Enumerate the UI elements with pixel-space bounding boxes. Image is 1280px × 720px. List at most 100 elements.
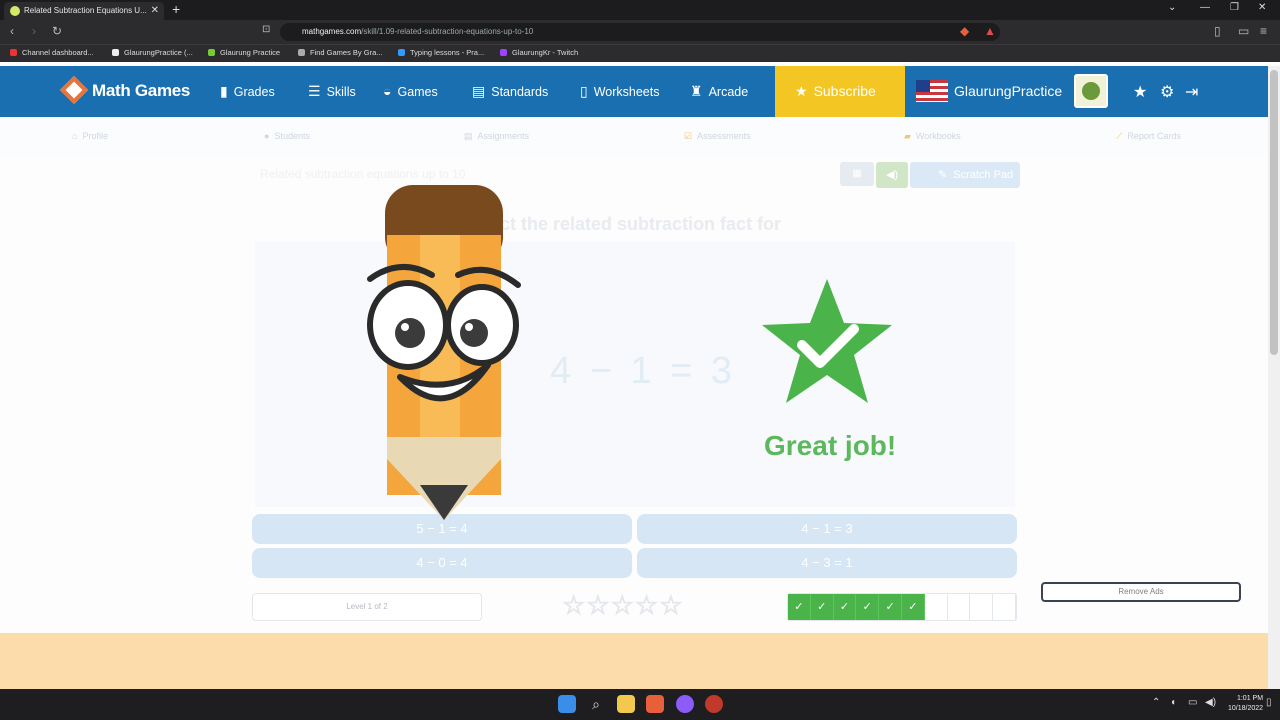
username[interactable]: GlaurungPractice [954,83,1062,99]
pencil-mascot [367,185,521,520]
brave-rewards-icon[interactable]: ▲ [984,24,996,38]
feedback-message: Great job! [764,430,897,461]
speaker-icon: ◀) [885,169,899,181]
document-icon: ▯ [580,83,588,99]
bookmark-item[interactable]: GlaurungKr - Twitch [500,48,578,57]
progress-cell-complete: ✓ [788,594,811,620]
bookmark-page-icon[interactable]: ⊡ [262,24,270,35]
sidebar-icon[interactable]: ▯ [1214,24,1221,38]
nav-arcade[interactable]: ♜ Arcade [690,83,748,100]
progress-cell-empty [993,594,1016,620]
restore-icon[interactable]: ❐ [1230,2,1239,13]
new-tab-button[interactable]: + [172,1,180,17]
sliders-icon: ☰ [308,83,321,99]
file-explorer-icon[interactable] [617,695,635,713]
back-icon[interactable]: ‹ [10,24,14,38]
bookmark-item[interactable]: Glaurung Practice [208,48,280,57]
answer-option-4[interactable]: 4 − 3 = 1 [637,548,1017,578]
subnav-report-cards[interactable]: ⟋ Report Cards [1116,131,1181,142]
browser-tab[interactable]: Related Subtraction Equations U... ✕ [4,2,164,20]
level-indicator: Level 1 of 2 [252,593,482,621]
nav-worksheets[interactable]: ▯ Worksheets [580,83,659,100]
notifications-icon[interactable]: ▯ [1266,697,1272,708]
tray-chevron-icon[interactable]: ⌃ [1152,697,1160,708]
answer-option-3[interactable]: 4 − 0 = 4 [252,548,632,578]
subnav-assessments[interactable]: ☑ Assessments [684,131,751,142]
obs-icon[interactable] [705,695,723,713]
joystick-icon: ♜ [690,83,703,99]
sub-navigation: ⌂ Profile ● Students ▤ Assignments ☑ Assessm… [0,117,1268,157]
system-clock[interactable]: 1:01 PM 10/18/2022 [1228,694,1263,714]
url-field[interactable]: mathgames.com/skill/1.09-related-subtrac… [280,23,1000,41]
scratch-pad-button[interactable]: ✎ Scratch Pad [910,162,1020,188]
logout-icon[interactable]: ⇥ [1185,82,1198,102]
footer-band [0,633,1268,689]
nav-skills[interactable]: ☰ Skills [308,83,356,100]
microphone-icon[interactable]: ◖ [1170,697,1176,708]
url-path: /skill/1.09-related-subtraction-equation… [361,27,534,36]
search-icon[interactable]: ⌕ [587,695,605,713]
subnav-profile[interactable]: ⌂ Profile [72,131,108,141]
list-icon: ▤ [464,131,473,141]
nav-games[interactable]: ◒ Games [383,83,438,99]
site-logo[interactable]: Math Games [59,75,190,105]
scrollbar-thumb[interactable] [1270,70,1278,355]
close-window-icon[interactable]: ✕ [1258,2,1266,13]
keypad-button[interactable]: ▦ [840,162,874,186]
chevron-down-icon[interactable]: ⌄ [1168,2,1176,13]
nav-grades[interactable]: ▮ Grades [220,83,275,100]
favicon-icon [10,6,20,16]
bookmark-item[interactable]: Find Games By Gra... [298,48,383,57]
brave-browser-icon[interactable] [646,695,664,713]
clock-time: 1:01 PM [1236,695,1264,702]
wallet-icon[interactable]: ▭ [1238,24,1249,38]
clock-date: 10/18/2022 [1228,705,1264,712]
audio-button[interactable]: ◀) [876,162,908,188]
rating-stars: ☆☆☆☆☆ [562,590,684,621]
favorites-star-icon[interactable]: ★ [1133,82,1147,102]
subscribe-button[interactable]: ★ Subscribe [775,66,905,117]
pencil-tip [420,485,468,520]
star-icon: ★ [795,83,808,99]
volume-icon[interactable]: ◀) [1205,697,1216,708]
windows-start-icon[interactable] [558,695,576,713]
menu-icon[interactable]: ≡ [1260,24,1267,38]
user-icon: ● [264,131,270,141]
bar-chart-icon: ▮ [220,83,228,99]
minimize-icon[interactable]: — [1200,2,1210,13]
browser-tab-bar: Related Subtraction Equations U... ✕ + ⌄… [0,0,1280,20]
progress-cell-empty [948,594,971,620]
subnav-workbooks[interactable]: ▰ Workbooks [904,131,961,142]
home-icon: ⌂ [72,131,78,141]
bookmark-item[interactable]: GlaurungPractice (... [112,48,193,57]
progress-cell-empty [925,594,948,620]
subnav-students[interactable]: ● Students [264,131,310,141]
nav-standards[interactable]: ▤ Standards [472,83,548,100]
edit-icon: ✎ [938,169,948,181]
address-bar-row: ‹ › ↻ ⊡ mathgames.com/skill/1.09-related… [0,20,1280,44]
logo-icon [59,75,89,105]
reload-icon[interactable]: ↻ [52,24,62,38]
remove-ads-button[interactable]: Remove Ads [1041,582,1241,602]
bookmark-item[interactable]: Typing lessons - Pra... [398,48,484,57]
progress-cell-complete: ✓ [833,594,857,620]
bookmark-item[interactable]: Channel dashboard... [10,48,94,57]
network-icon[interactable]: ▭ [1188,697,1197,708]
app-icon[interactable] [676,695,694,713]
avatar[interactable] [1074,74,1108,108]
question-text: ect the related subtraction fact for [490,214,782,234]
close-tab-icon[interactable]: ✕ [151,2,159,20]
gear-icon[interactable]: ⚙ [1160,82,1174,102]
us-flag-icon[interactable] [916,80,948,102]
success-star-icon [762,279,892,403]
forward-icon[interactable]: › [32,24,36,38]
equation: 4 − 1 = 3 [550,350,737,392]
progress-cell-empty [970,594,994,620]
brave-shield-icon[interactable]: ◆ [960,24,969,38]
progress-cell-complete: ✓ [879,594,902,620]
progress-tracker: ✓ ✓ ✓ ✓ ✓ ✓ [787,593,1017,621]
windows-taskbar: ⌕ ⌃ ◖ ▭ ◀) 1:01 PM 10/18/2022 ▯ [0,689,1280,720]
subnav-assignments[interactable]: ▤ Assignments [464,131,529,142]
list-icon: ▤ [472,83,486,99]
answer-option-2[interactable]: 4 − 1 = 3 [637,514,1017,544]
